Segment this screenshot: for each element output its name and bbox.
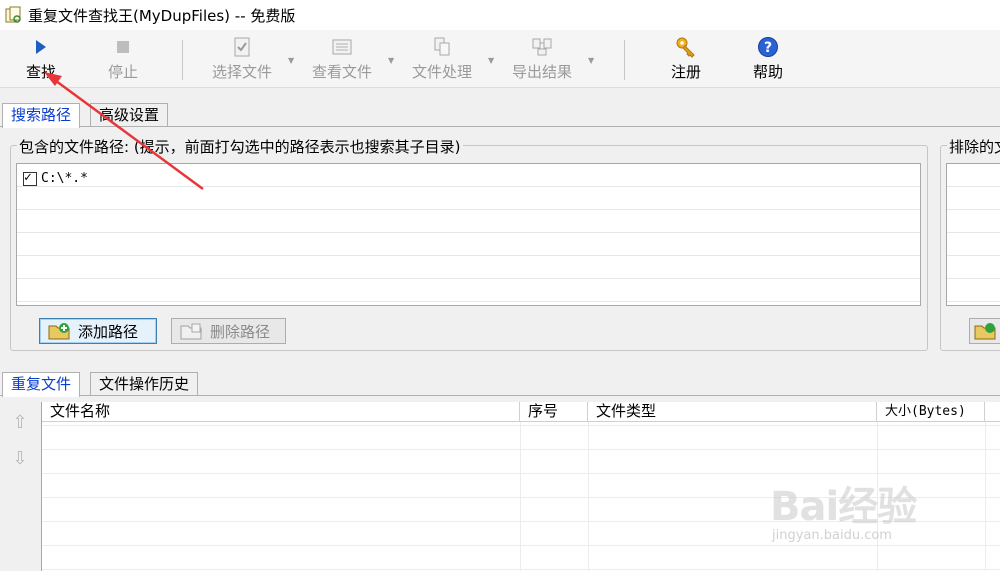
help-label: 帮助 xyxy=(752,63,783,81)
tab-search-paths[interactable]: 搜索路径 xyxy=(2,103,81,128)
exclude-paths-group: 排除的文 xyxy=(940,136,1000,351)
select-files-label: 选择文件 xyxy=(211,63,272,81)
exclude-paths-title: 排除的文 xyxy=(947,136,1000,157)
file-processing-dropdown-icon[interactable]: ▼ xyxy=(488,56,494,65)
svg-text:?: ? xyxy=(764,40,772,56)
column-divider xyxy=(985,422,986,571)
search-paths-panel: 包含的文件路径: (提示，前面打勾选中的路径表示也搜索其子目录) C:\*.* … xyxy=(0,126,1000,359)
column-divider xyxy=(588,422,589,571)
register-button[interactable]: 注册 xyxy=(664,34,708,86)
add-folder-icon xyxy=(48,322,70,340)
toolbar-separator xyxy=(182,40,183,80)
delete-folder-icon xyxy=(180,322,202,340)
column-file-name[interactable]: 文件名称 xyxy=(42,402,520,422)
column-divider xyxy=(877,422,878,571)
help-button[interactable]: ? 帮助 xyxy=(746,34,790,86)
tab-file-history[interactable]: 文件操作历史 xyxy=(90,372,199,396)
path-list-item[interactable]: C:\*.* xyxy=(23,170,88,186)
title-bar: 重复文件查找王(MyDupFiles) -- 免费版 xyxy=(0,0,1000,30)
include-paths-group: 包含的文件路径: (提示，前面打勾选中的路径表示也搜索其子目录) C:\*.* … xyxy=(10,136,928,351)
select-files-button[interactable]: 选择文件 xyxy=(206,34,278,86)
path-checkbox[interactable] xyxy=(23,170,37,186)
file-processing-label: 文件处理 xyxy=(411,63,472,81)
column-size[interactable]: 大小(Bytes) xyxy=(877,402,985,422)
select-file-icon xyxy=(233,34,251,60)
arrow-down-icon[interactable]: ⇩ xyxy=(10,448,30,469)
include-paths-list[interactable]: C:\*.* xyxy=(16,163,921,306)
stop-icon xyxy=(116,34,130,60)
nav-column: ⇧ ⇩ xyxy=(0,402,40,571)
view-files-button[interactable]: 查看文件 xyxy=(306,34,378,86)
add-folder-icon xyxy=(974,322,996,340)
app-icon xyxy=(4,6,22,24)
help-icon: ? xyxy=(757,34,779,60)
table-header: 文件名称 序号 文件类型 大小(Bytes) xyxy=(42,402,1000,422)
register-label: 注册 xyxy=(670,63,701,81)
key-icon xyxy=(675,34,697,60)
column-index[interactable]: 序号 xyxy=(520,402,588,422)
column-divider xyxy=(520,422,521,571)
export-results-label: 导出结果 xyxy=(511,63,572,81)
add-path-button[interactable]: 添加路径 xyxy=(39,318,157,344)
toolbar: 查找 停止 选择文件 ▼ 查看文件 ▼ 文件处理 ▼ 导出结果 ▼ 注册 ? 帮… xyxy=(0,30,1000,88)
file-processing-icon xyxy=(433,34,451,60)
toolbar-separator xyxy=(624,40,625,80)
export-icon xyxy=(531,34,553,60)
exclude-paths-list[interactable] xyxy=(946,163,1000,306)
add-exclude-path-button[interactable] xyxy=(969,318,1000,344)
duplicate-files-table[interactable]: 文件名称 序号 文件类型 大小(Bytes) xyxy=(41,402,1000,571)
export-results-dropdown-icon[interactable]: ▼ xyxy=(588,56,594,65)
view-file-icon xyxy=(332,34,352,60)
find-label: 查找 xyxy=(25,63,56,81)
view-files-dropdown-icon[interactable]: ▼ xyxy=(388,56,394,65)
tab-duplicate-files[interactable]: 重复文件 xyxy=(2,372,81,397)
include-paths-title: 包含的文件路径: (提示，前面打勾选中的路径表示也搜索其子目录) xyxy=(17,136,463,157)
stop-label: 停止 xyxy=(107,63,138,81)
view-files-label: 查看文件 xyxy=(311,63,372,81)
delete-path-label: 删除路径 xyxy=(210,322,271,341)
arrow-up-icon[interactable]: ⇧ xyxy=(10,412,30,433)
export-results-button[interactable]: 导出结果 xyxy=(506,34,578,86)
file-processing-button[interactable]: 文件处理 xyxy=(406,34,478,86)
add-path-label: 添加路径 xyxy=(78,322,139,341)
select-files-dropdown-icon[interactable]: ▼ xyxy=(288,56,294,65)
delete-path-button[interactable]: 删除路径 xyxy=(171,318,286,344)
tab-advanced-settings[interactable]: 高级设置 xyxy=(90,103,169,127)
find-button[interactable]: 查找 xyxy=(18,34,64,86)
window-title: 重复文件查找王(MyDupFiles) -- 免费版 xyxy=(28,6,296,25)
stop-button[interactable]: 停止 xyxy=(100,34,146,86)
column-file-type[interactable]: 文件类型 xyxy=(588,402,877,422)
play-icon xyxy=(34,34,48,60)
duplicate-files-panel: ⇧ ⇩ 文件名称 序号 文件类型 大小(Bytes) xyxy=(0,395,1000,571)
path-text: C:\*.* xyxy=(41,171,88,186)
